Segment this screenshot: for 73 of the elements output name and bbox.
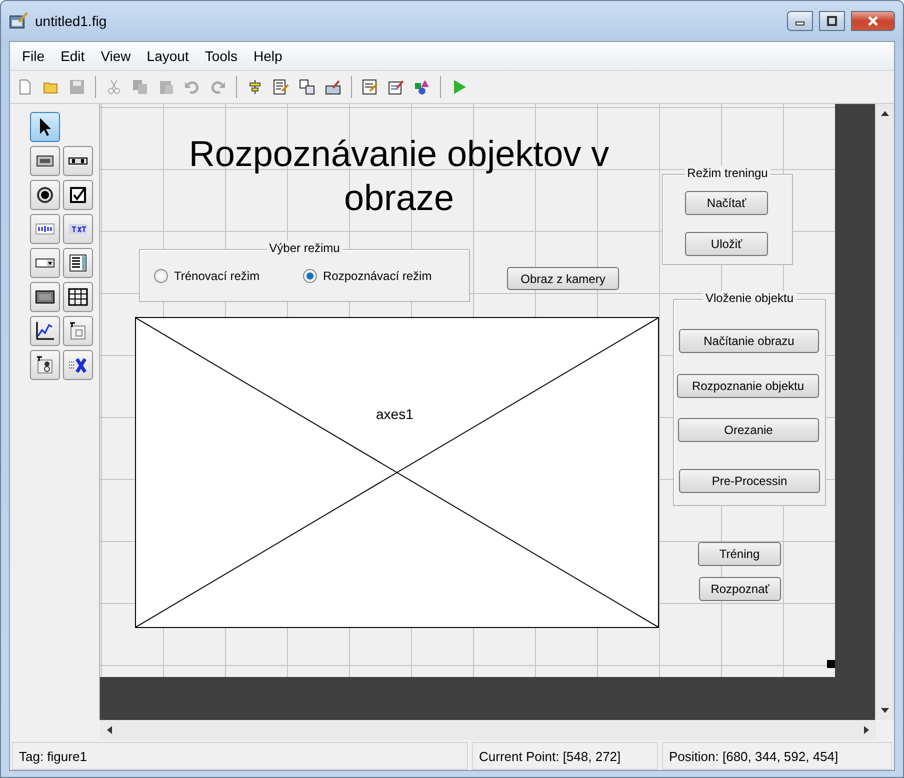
- palette-tool[interactable]: [30, 112, 60, 142]
- status-position: Position: [680, 344, 592, 454]: [662, 742, 892, 770]
- panel-title: Výber režimu: [266, 241, 343, 255]
- new-file-icon: [17, 79, 33, 95]
- radio-option[interactable]: Rozpoznávací režim: [303, 269, 432, 283]
- undo-icon: [184, 79, 200, 95]
- action-button[interactable]: Rozpoznať: [699, 577, 781, 601]
- panel-button[interactable]: Načítať: [685, 191, 768, 215]
- checkbox-icon: [67, 184, 89, 206]
- panel-button[interactable]: Orezanie: [678, 418, 819, 442]
- close-button[interactable]: [851, 11, 895, 31]
- paste-icon: [158, 79, 174, 95]
- menu-editor-icon: [273, 79, 289, 95]
- menu-item[interactable]: View: [92, 48, 139, 64]
- radio-button-icon: [34, 184, 56, 206]
- left-arrow-icon: [106, 726, 112, 734]
- up-arrow-icon: [881, 110, 889, 116]
- menu-item[interactable]: Tools: [196, 48, 246, 64]
- table-icon: [67, 286, 89, 308]
- window-title: untitled1.fig: [35, 13, 108, 29]
- palette-tool[interactable]: [30, 248, 60, 278]
- palette-tool[interactable]: [63, 282, 93, 312]
- panel-title: Režim treningu: [684, 166, 771, 180]
- copy-icon: [132, 79, 148, 95]
- palette-tool[interactable]: [63, 214, 93, 244]
- axes-label: axes1: [376, 406, 414, 422]
- axes-icon: [34, 320, 56, 342]
- minimize-button[interactable]: [787, 11, 813, 31]
- maximize-button[interactable]: [819, 11, 845, 31]
- horizontal-scrollbar[interactable]: [100, 720, 876, 740]
- align-icon: [247, 79, 263, 95]
- radio-option[interactable]: Trénovací režim: [154, 269, 260, 283]
- panel-button[interactable]: Pre-Processin: [679, 469, 820, 493]
- palette-tool[interactable]: [30, 214, 60, 244]
- camera-button[interactable]: Obraz z kamery: [507, 267, 619, 290]
- save-icon: [69, 79, 85, 95]
- property-inspector-icon: [388, 79, 404, 95]
- palette-tool[interactable]: [30, 350, 60, 380]
- panel-button[interactable]: Rozpoznanie objektu: [677, 374, 819, 398]
- tab-order-icon: [299, 79, 315, 95]
- panel-title: Vloženie objektu: [702, 291, 797, 305]
- right-arrow-icon: [864, 726, 870, 734]
- resize-handle[interactable]: [827, 660, 835, 668]
- maximize-icon: [827, 16, 837, 26]
- close-icon: [867, 15, 879, 27]
- scissors-icon: [106, 79, 122, 95]
- palette-tool[interactable]: [63, 180, 93, 210]
- palette-tool[interactable]: [30, 316, 60, 346]
- figure-window-icon: [9, 12, 29, 30]
- status-tag: Tag: figure1: [12, 742, 468, 770]
- palette-tool[interactable]: [30, 146, 60, 176]
- palette-tool[interactable]: [30, 282, 60, 312]
- shapes-icon: [414, 79, 430, 95]
- listbox-icon: [67, 252, 89, 274]
- editor-icon: [362, 79, 378, 95]
- menu-item[interactable]: File: [14, 48, 53, 64]
- palette-tool[interactable]: [63, 350, 93, 380]
- palette-tool[interactable]: [63, 146, 93, 176]
- palette-tool[interactable]: [63, 248, 93, 278]
- down-arrow-icon: [881, 708, 889, 714]
- menu-item[interactable]: Help: [246, 48, 290, 64]
- action-button[interactable]: Tréning: [698, 542, 781, 566]
- run-icon: [451, 79, 467, 95]
- panel-button[interactable]: Uložiť: [685, 232, 768, 256]
- redo-icon: [210, 79, 226, 95]
- palette-tool[interactable]: [30, 180, 60, 210]
- toolbar-editor-icon: [325, 79, 341, 95]
- heading-text: Rozpoznávanie objektov v obraze: [188, 132, 610, 220]
- status-current-point: Current Point: [548, 272]: [472, 742, 658, 770]
- vertical-scrollbar[interactable]: [875, 104, 894, 720]
- panel-button[interactable]: Načítanie obrazu: [679, 329, 819, 353]
- menu-item[interactable]: Layout: [138, 48, 197, 64]
- menu-item[interactable]: Edit: [52, 48, 93, 64]
